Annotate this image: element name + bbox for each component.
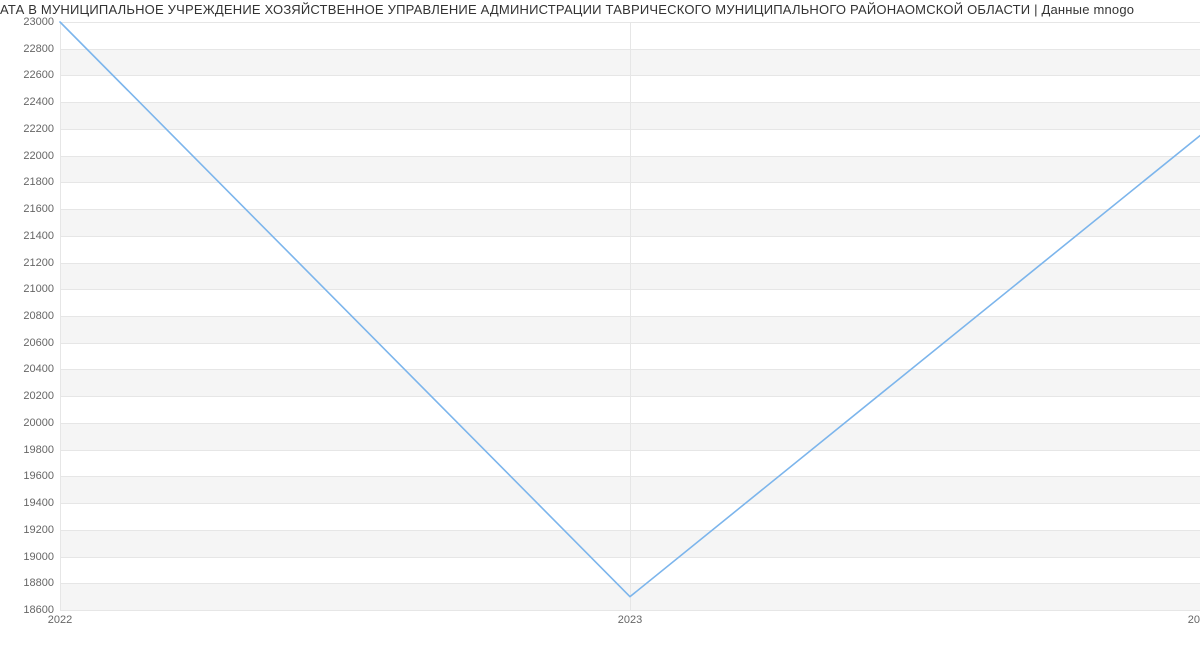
x-tick-label: 2022	[48, 614, 72, 626]
y-tick-label: 20600	[4, 337, 54, 349]
y-tick-label: 22000	[4, 150, 54, 162]
y-tick-label: 21600	[4, 203, 54, 215]
y-tick-label: 19400	[4, 497, 54, 509]
y-tick-label: 22200	[4, 123, 54, 135]
y-tick-label: 21400	[4, 230, 54, 242]
y-tick-label: 20000	[4, 417, 54, 429]
y-tick-label: 20800	[4, 310, 54, 322]
y-tick-label: 20200	[4, 390, 54, 402]
y-tick-label: 22800	[4, 43, 54, 55]
line-series	[60, 22, 1200, 610]
y-tick-label: 23000	[4, 16, 54, 28]
y-tick-label: 19000	[4, 551, 54, 563]
y-tick-label: 18800	[4, 577, 54, 589]
y-tick-label: 22400	[4, 96, 54, 108]
page-title: АТА В МУНИЦИПАЛЬНОЕ УЧРЕЖДЕНИЕ ХОЗЯЙСТВЕ…	[0, 2, 1200, 17]
y-tick-label: 20400	[4, 363, 54, 375]
y-tick-label: 21800	[4, 176, 54, 188]
y-tick-label: 21000	[4, 283, 54, 295]
x-tick-label: 2024	[1188, 614, 1200, 626]
y-tick-label: 18600	[4, 604, 54, 616]
y-gridline	[60, 610, 1200, 611]
y-tick-label: 21200	[4, 257, 54, 269]
plot-area	[60, 22, 1200, 610]
x-tick-label: 2023	[618, 614, 642, 626]
y-tick-label: 19800	[4, 444, 54, 456]
chart-container: 18600 18800 19000 19200 19400 19600 19800 20000…	[0, 22, 1200, 632]
y-tick-label: 19600	[4, 470, 54, 482]
y-tick-label: 19200	[4, 524, 54, 536]
y-tick-label: 22600	[4, 69, 54, 81]
